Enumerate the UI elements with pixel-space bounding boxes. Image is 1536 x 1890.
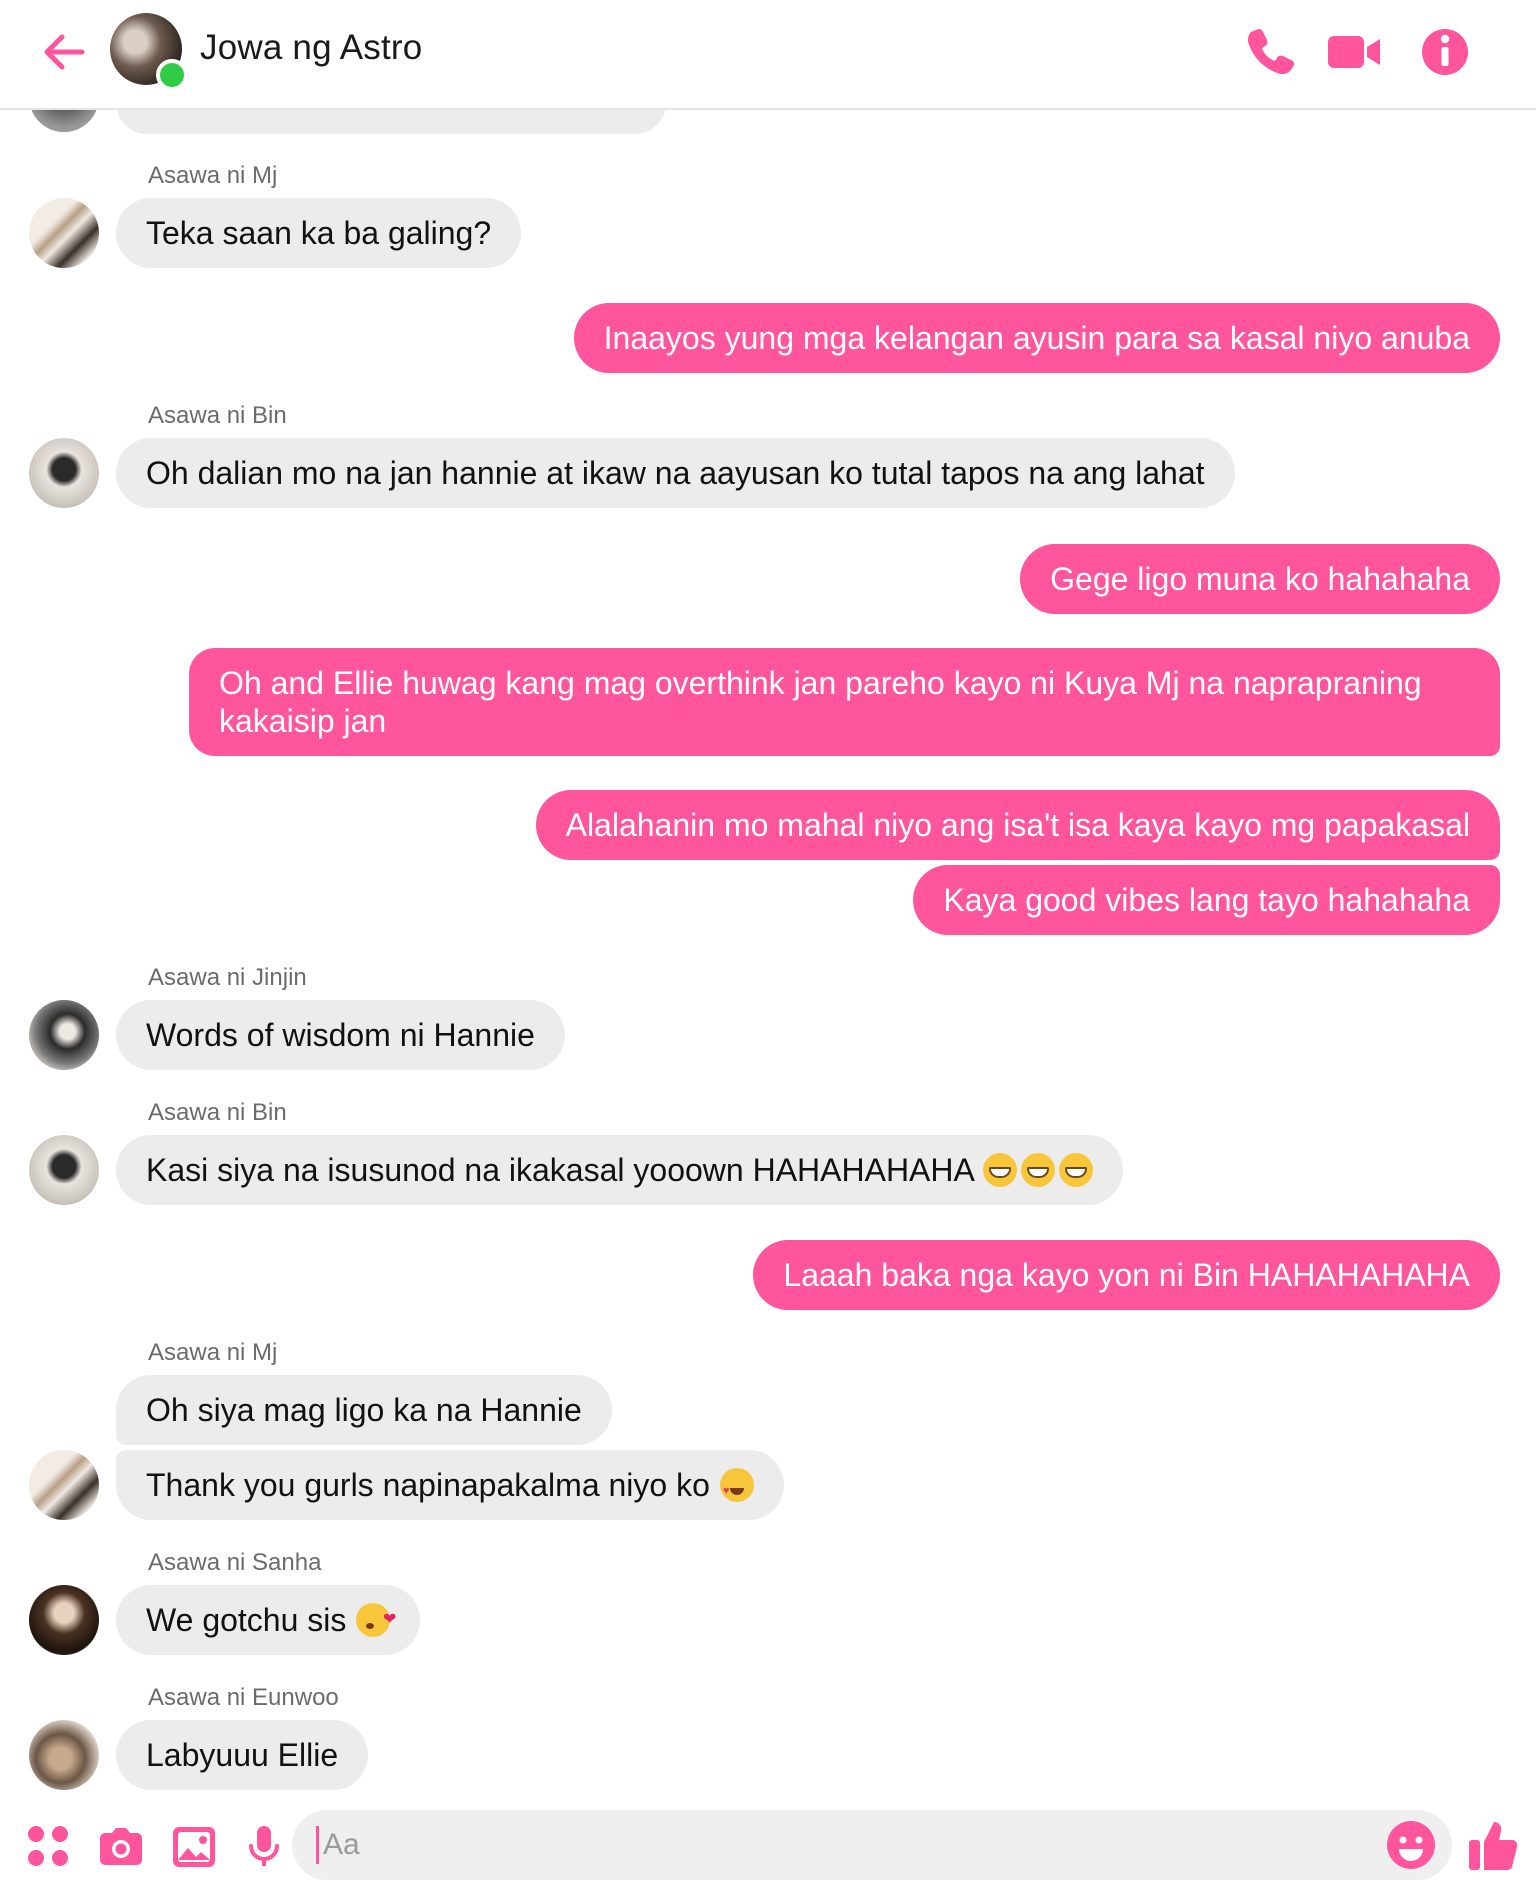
message-bubble-outgoing[interactable]: Gege ligo muna ko hahahaha [1020,544,1500,614]
grinning-face-icon [1020,1153,1055,1187]
conversation-header: Jowa ng Astro [0,0,1536,110]
gallery-icon[interactable] [170,1822,220,1872]
message-input-field[interactable] [292,1810,1452,1880]
avatar[interactable] [29,1000,99,1070]
emoji-icon[interactable] [1384,1818,1435,1869]
grinning-face-icon [982,1153,1017,1187]
message-bubble-outgoing[interactable]: Laaah baka nga kayo yon ni Bin HAHAHAHAH… [753,1240,1500,1310]
grinning-face-icon [1058,1153,1093,1187]
message-thread[interactable]: Asawa ni Mj Teka saan ka ba galing? Inaa… [0,0,1536,1890]
sender-name: Asawa ni Bin [148,1099,287,1126]
sender-name: Asawa ni Eunwoo [148,1684,339,1711]
sender-name: Asawa ni Bin [148,402,287,429]
message-bubble[interactable]: Kasi siya na isusunod na ikakasal yooown… [116,1135,1123,1205]
message-bubble[interactable]: Words of wisdom ni Hannie [116,1000,565,1070]
avatar[interactable] [29,1135,99,1205]
message-bubble-outgoing[interactable]: Kaya good vibes lang tayo hahahaha [913,865,1500,935]
avatar[interactable] [29,1450,99,1520]
avatar[interactable] [29,198,99,268]
sender-name: Asawa ni Mj [148,162,278,189]
message-bubble[interactable]: Teka saan ka ba galing? [116,198,522,268]
avatar[interactable] [29,438,99,508]
microphone-icon[interactable] [240,1822,290,1872]
video-camera-icon[interactable] [1325,22,1385,82]
arrow-left-icon[interactable] [36,24,92,80]
message-text: We gotchu sis [146,1602,347,1638]
phone-icon[interactable] [1240,22,1300,82]
apps-icon[interactable] [24,1822,74,1872]
message-bubble[interactable]: Oh dalian mo na jan hannie at ikaw na aa… [116,438,1235,508]
message-bubble[interactable]: Labyuuu Ellie [116,1720,369,1790]
conversation-title[interactable]: Jowa ng Astro [200,28,422,68]
avatar[interactable] [29,1720,99,1790]
group-avatar[interactable] [110,13,188,91]
heart-eyes-icon [719,1468,754,1510]
message-text: Thank you gurls napinapakalma niyo ko [146,1467,710,1503]
message-text: Kasi siya na isusunod na ikakasal yooown… [146,1152,975,1188]
camera-icon[interactable] [96,1822,146,1872]
message-bubble-outgoing[interactable]: Inaayos yung mga kelangan ayusin para sa… [573,303,1500,373]
message-composer [0,1800,1536,1890]
sender-name: Asawa ni Mj [148,1339,278,1366]
avatar[interactable] [29,1585,99,1655]
message-bubble[interactable]: We gotchu sis [116,1585,421,1655]
message-bubble[interactable]: Thank you gurls napinapakalma niyo ko [116,1450,784,1520]
message-bubble-outgoing[interactable]: Oh and Ellie huwag kang mag overthink ja… [189,648,1500,756]
thumbs-up-icon[interactable] [1466,1816,1518,1870]
kissing-heart-icon [356,1601,396,1639]
info-icon[interactable] [1415,22,1475,82]
sender-name: Asawa ni Jinjin [148,964,307,991]
online-status-dot [156,59,188,91]
text-cursor [316,1826,319,1864]
sender-name: Asawa ni Sanha [148,1549,322,1576]
message-input[interactable] [321,1827,1325,1863]
message-bubble-outgoing[interactable]: Alalahanin mo mahal niyo ang isa't isa k… [535,790,1500,860]
message-bubble[interactable]: Oh siya mag ligo ka na Hannie [116,1375,612,1445]
